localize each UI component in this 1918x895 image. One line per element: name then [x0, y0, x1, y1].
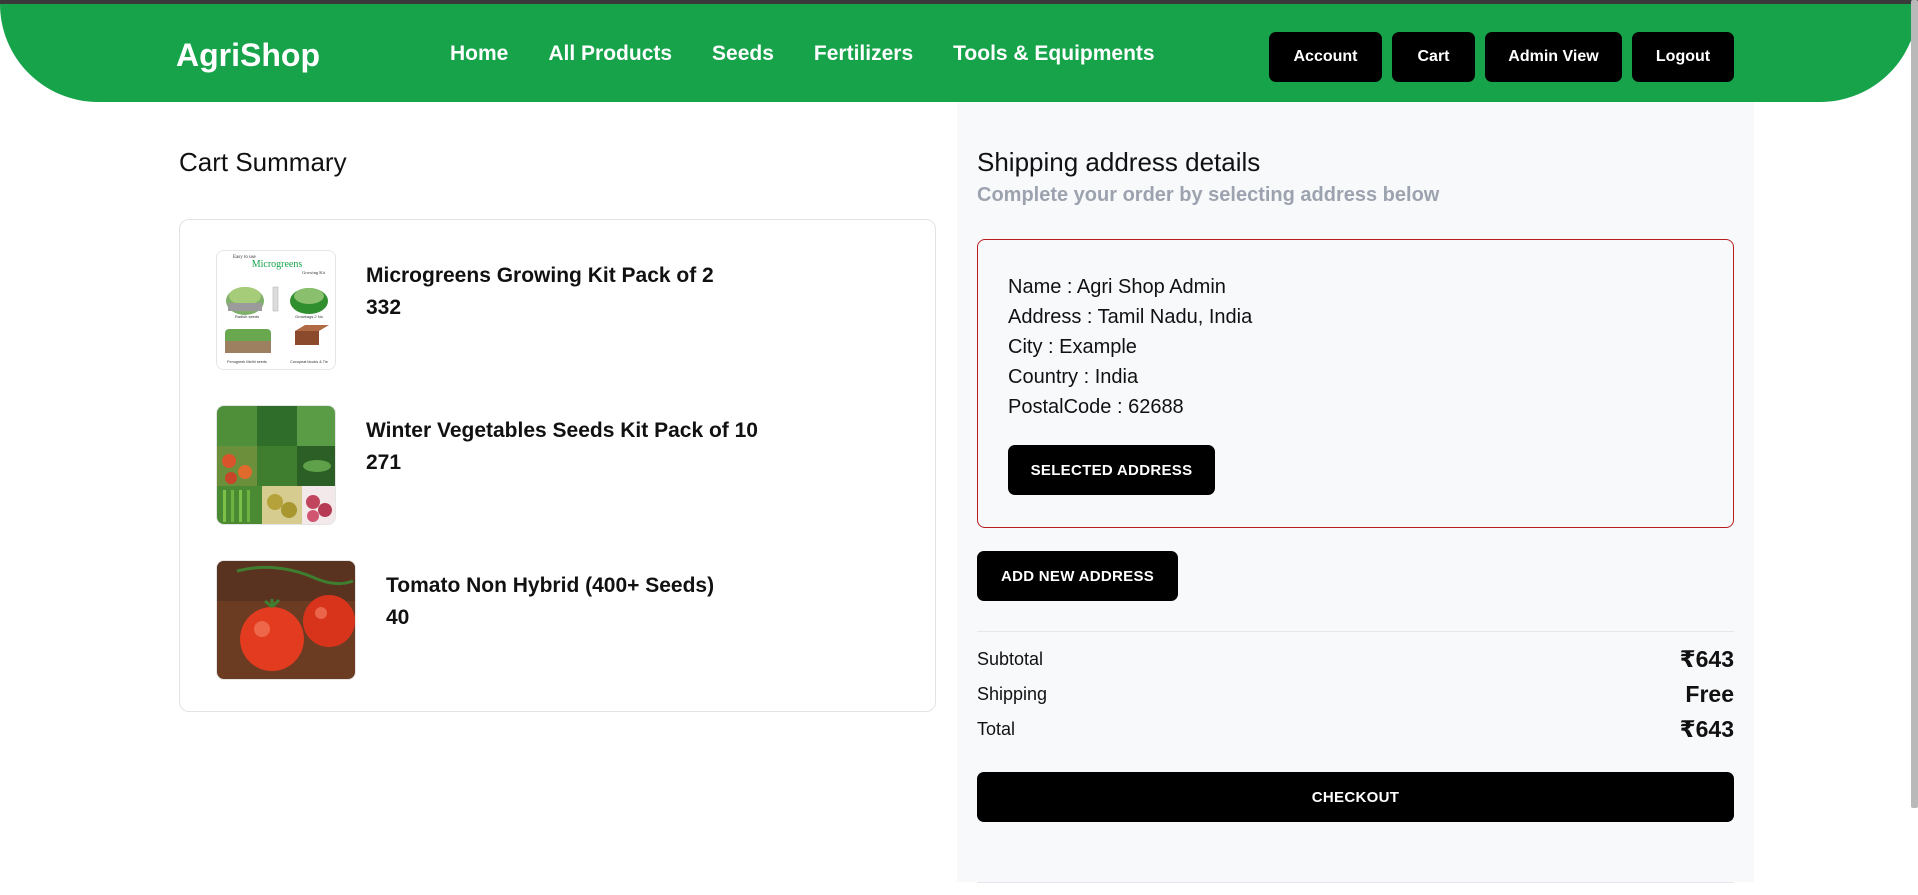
- cart-button[interactable]: Cart: [1392, 32, 1475, 82]
- cart-item-price: 271: [366, 451, 402, 474]
- address-street: Address : Tamil Nadu, India: [1008, 306, 1253, 328]
- total-label: Total: [977, 719, 1016, 739]
- subtotal-label: Subtotal: [977, 649, 1044, 669]
- nav-link-home[interactable]: Home: [450, 42, 508, 66]
- cart-items-card: Easy to use Microgreens Growing Kit Radi…: [179, 219, 936, 712]
- scrollbar-thumb[interactable]: [1911, 0, 1918, 808]
- cart-item-info: Microgreens Growing Kit Pack of 2 332: [366, 250, 714, 370]
- tomato-image: [216, 560, 356, 680]
- image-caption: Growing Kit: [302, 270, 326, 275]
- summary-divider: [977, 631, 1734, 632]
- image-caption: Growbags 2 No: [295, 314, 324, 319]
- address-name: Name : Agri Shop Admin: [1008, 276, 1226, 298]
- cart-item-name: Microgreens Growing Kit Pack of 2: [366, 264, 714, 287]
- navbar: AgriShop Home All Products Seeds Fertili…: [0, 4, 1918, 102]
- address-card[interactable]: Name : Agri Shop Admin Address : Tamil N…: [977, 239, 1734, 528]
- nav-link-fertilizers[interactable]: Fertilizers: [814, 42, 913, 66]
- shipping-subtitle: Complete your order by selecting address…: [977, 184, 1440, 206]
- account-button[interactable]: Account: [1269, 32, 1382, 82]
- nav-link-seeds[interactable]: Seeds: [712, 42, 774, 66]
- nav-actions: Account Cart Admin View Logout: [1269, 32, 1734, 82]
- total-value: ₹643: [1679, 716, 1734, 742]
- shipping-title: Shipping address details: [977, 147, 1261, 177]
- panel-bottom-divider: [977, 882, 1734, 883]
- image-caption: Cocopeat blocks & Tie: [290, 360, 328, 364]
- cart-item-info: Tomato Non Hybrid (400+ Seeds) 40: [386, 560, 714, 680]
- image-caption: Fenugreek Methi seeds: [227, 360, 267, 364]
- cart-item-info: Winter Vegetables Seeds Kit Pack of 10 2…: [366, 405, 758, 525]
- address-city: City : Example: [1008, 336, 1137, 358]
- image-caption: Radish seeds: [235, 314, 259, 319]
- subtotal-value: ₹643: [1679, 646, 1734, 672]
- checkout-button[interactable]: CHECKOUT: [977, 772, 1734, 822]
- brand-logo[interactable]: AgriShop: [176, 37, 320, 74]
- microgreens-kit-image: Easy to use Microgreens Growing Kit Radi…: [216, 250, 336, 370]
- address-postal-code: PostalCode : 62688: [1008, 396, 1184, 418]
- selected-address-button[interactable]: SELECTED ADDRESS: [1008, 445, 1215, 495]
- add-new-address-button[interactable]: ADD NEW ADDRESS: [977, 551, 1178, 601]
- nav-links: Home All Products Seeds Fertilizers Tool…: [450, 42, 1155, 66]
- shipping-value: Free: [1685, 681, 1734, 707]
- cart-item-name: Winter Vegetables Seeds Kit Pack of 10: [366, 419, 758, 442]
- nav-link-all-products[interactable]: All Products: [548, 42, 672, 66]
- cart-summary-title: Cart Summary: [179, 147, 347, 177]
- cart-item-price: 40: [386, 606, 410, 629]
- shipping-label: Shipping: [977, 684, 1048, 704]
- image-caption: Microgreens: [252, 259, 303, 270]
- cart-item-price: 332: [366, 296, 402, 319]
- shipping-panel: Shipping address details Complete your o…: [957, 102, 1754, 883]
- cart-item-name: Tomato Non Hybrid (400+ Seeds): [386, 574, 715, 597]
- cart-item: Winter Vegetables Seeds Kit Pack of 10 2…: [216, 405, 758, 525]
- admin-view-button[interactable]: Admin View: [1485, 32, 1622, 82]
- cart-item: Tomato Non Hybrid (400+ Seeds) 40: [216, 560, 714, 680]
- address-lines: Name : Agri Shop Admin Address : Tamil N…: [1008, 272, 1252, 422]
- logout-button[interactable]: Logout: [1632, 32, 1734, 82]
- address-country: Country : India: [1008, 366, 1139, 388]
- winter-vegetables-image: [216, 405, 336, 525]
- shipping-row: Shipping Free: [977, 681, 1734, 708]
- total-row: Total ₹643: [977, 716, 1734, 743]
- subtotal-row: Subtotal ₹643: [977, 646, 1734, 673]
- cart-item: Easy to use Microgreens Growing Kit Radi…: [216, 250, 714, 370]
- nav-link-tools-equipments[interactable]: Tools & Equipments: [953, 42, 1154, 66]
